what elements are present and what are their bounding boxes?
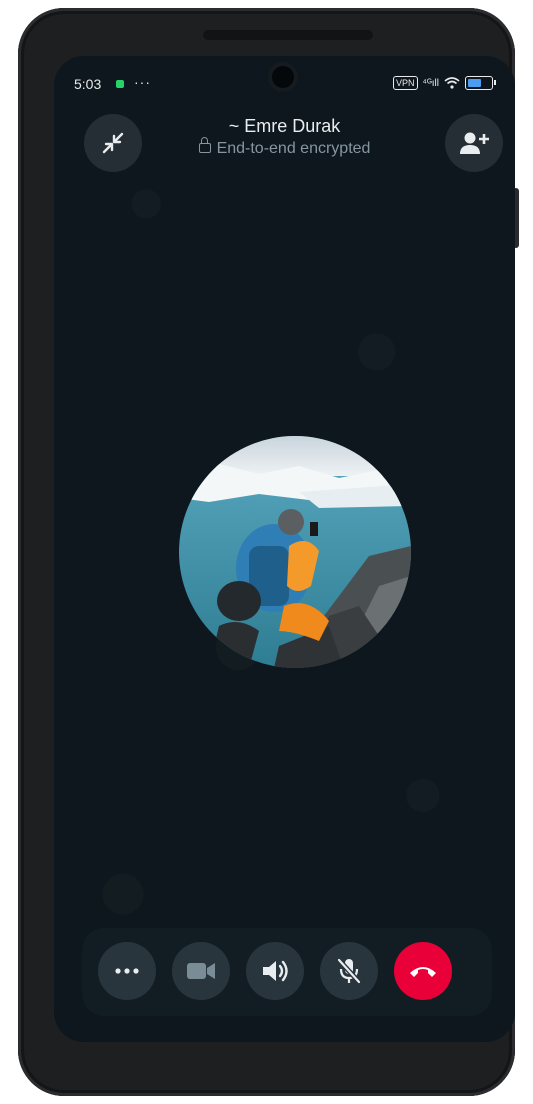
status-more: ··· bbox=[134, 74, 151, 90]
add-participant-button[interactable] bbox=[445, 114, 503, 172]
contact-avatar bbox=[179, 436, 411, 668]
wifi-icon bbox=[444, 77, 460, 89]
battery-icon bbox=[465, 76, 496, 90]
call-controls bbox=[82, 928, 492, 1016]
speaker-icon bbox=[263, 960, 288, 982]
more-icon bbox=[115, 968, 139, 974]
more-options-button[interactable] bbox=[98, 942, 156, 1000]
end-call-button[interactable] bbox=[394, 942, 452, 1000]
mute-button[interactable] bbox=[320, 942, 378, 1000]
speaker-button[interactable] bbox=[246, 942, 304, 1000]
signal-icon: ⁴ᴳıll bbox=[422, 77, 439, 89]
end-call-icon bbox=[410, 967, 436, 977]
encryption-label: End-to-end encrypted bbox=[216, 140, 371, 157]
status-bar: 5:03 ··· VPN ⁴ᴳıll bbox=[54, 74, 515, 96]
video-toggle-button[interactable] bbox=[172, 942, 230, 1000]
status-icons: VPN ⁴ᴳıll bbox=[393, 76, 496, 90]
add-person-icon bbox=[460, 132, 489, 154]
call-screen: 5:03 ··· VPN ⁴ᴳıll ~ Emre Durak End-to-e… bbox=[54, 56, 515, 1042]
vpn-icon: VPN bbox=[393, 76, 418, 90]
lock-icon bbox=[198, 137, 211, 153]
phone-device: 5:03 ··· VPN ⁴ᴳıll ~ Emre Durak End-to-e… bbox=[18, 8, 519, 1096]
status-time: 5:03 bbox=[74, 76, 102, 92]
mic-off-icon bbox=[337, 958, 361, 984]
recording-indicator-icon bbox=[116, 80, 124, 88]
avatar-photo bbox=[179, 436, 411, 668]
earpiece bbox=[203, 30, 373, 40]
video-icon bbox=[187, 963, 215, 979]
